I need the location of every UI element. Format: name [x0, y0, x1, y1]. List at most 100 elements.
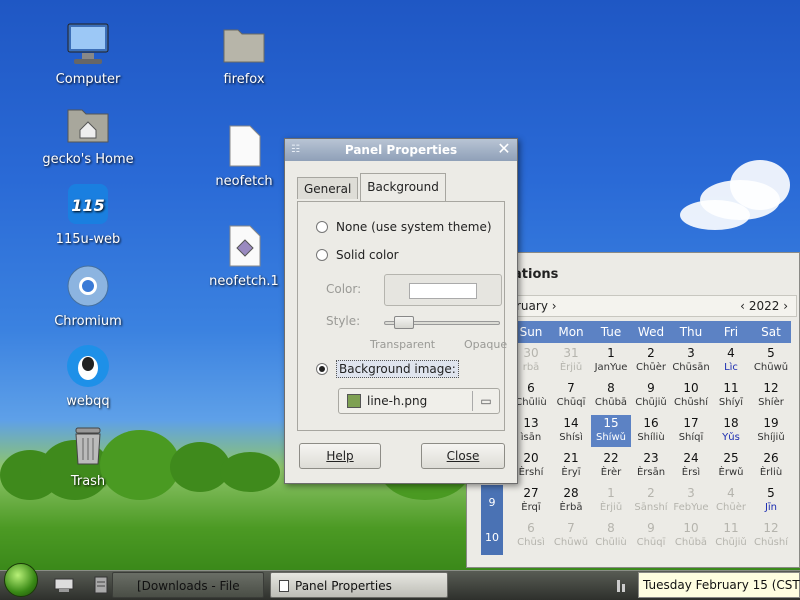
- lunar-day: Èrliù: [759, 467, 783, 478]
- calendar-day[interactable]: 1 Èrjiǔ: [591, 485, 631, 517]
- calendar-day[interactable]: 27 Èrqī: [511, 485, 551, 517]
- none-radio[interactable]: None (use system theme): [316, 220, 492, 234]
- lunar-day: Chūbā: [674, 537, 708, 548]
- lunar-day: Chūwǔ: [553, 537, 589, 548]
- tab-background[interactable]: Background: [360, 173, 446, 201]
- close-button[interactable]: Close: [421, 443, 505, 469]
- calendar-day[interactable]: 2 Chūèr: [631, 345, 671, 377]
- calendar-day[interactable]: 12 Shíèr: [751, 380, 791, 412]
- calendar-day[interactable]: 6 Chūsì: [511, 520, 551, 552]
- calendar-day[interactable]: 16 Shíliù: [631, 415, 671, 447]
- calendar-day[interactable]: 10 Chūshí: [671, 380, 711, 412]
- radio-dot[interactable]: [316, 249, 328, 261]
- background-image-radio[interactable]: Background image:: [316, 360, 459, 378]
- calendar-day[interactable]: 5 Chūwǔ: [751, 345, 791, 377]
- calendar-day[interactable]: 12 Chūshí: [751, 520, 791, 552]
- clock[interactable]: Tuesday February 15 (CST): [638, 572, 800, 598]
- calendar-day[interactable]: 3 FebYue: [671, 485, 711, 517]
- neofetch-file-icon[interactable]: neofetch: [196, 122, 292, 189]
- task-downloads-file-browser[interactable]: [Downloads - File Bro...: [112, 572, 264, 598]
- dialog-titlebar[interactable]: ☷ Panel Properties ✕: [285, 139, 517, 161]
- lunar-day: Chūbā: [594, 397, 628, 408]
- show-desktop-icon[interactable]: [54, 576, 74, 594]
- task-panel-properties[interactable]: Panel Properties: [270, 572, 448, 598]
- day-number: 4: [727, 486, 735, 500]
- app-115u-web-icon[interactable]: 115 115u-web: [40, 180, 136, 247]
- calendar-day[interactable]: 8 Chūliù: [591, 520, 631, 552]
- calendar-day[interactable]: 18 Yǔs: [711, 415, 751, 447]
- window-menu-icon[interactable]: ☷: [291, 144, 300, 155]
- calendar-day[interactable]: 14 Shísì: [551, 415, 591, 447]
- style-label: Style:: [326, 314, 361, 328]
- solid-color-radio-label: Solid color: [336, 248, 399, 262]
- folder-icon[interactable]: ▭: [473, 394, 499, 408]
- calendar-day[interactable]: 5 Jīn: [751, 485, 791, 517]
- webqq-desktop-icon[interactable]: webqq: [40, 342, 136, 409]
- main-menu-button[interactable]: [4, 563, 38, 597]
- day-number: 11: [723, 381, 739, 395]
- icon-label: gecko's Home: [42, 152, 134, 167]
- month-nav[interactable]: ruary ›: [516, 299, 557, 313]
- calendar-day[interactable]: 26 Èrliù: [751, 450, 791, 482]
- chromium-desktop-icon[interactable]: Chromium: [40, 262, 136, 329]
- day-number: 15: [603, 416, 619, 430]
- calendar-day[interactable]: 9 Chūqī: [631, 520, 671, 552]
- calendar-day[interactable]: 22 Èrèr: [591, 450, 631, 482]
- calendar-day[interactable]: 4 Lìc: [711, 345, 751, 377]
- lunar-day: Èrsì: [681, 467, 701, 478]
- lunar-day: Chūsì: [517, 537, 545, 548]
- icon-label: neofetch: [215, 174, 273, 189]
- computer-desktop-icon[interactable]: Computer: [40, 20, 136, 87]
- calendar-day[interactable]: 25 Èrwǔ: [711, 450, 751, 482]
- firefox-folder-icon[interactable]: firefox: [196, 20, 292, 87]
- background-image-radio-label: Background image:: [336, 360, 459, 378]
- calendar-day[interactable]: 24 Èrsì: [671, 450, 711, 482]
- calendar-day[interactable]: 7 Chūwǔ: [551, 520, 591, 552]
- solid-color-radio[interactable]: Solid color: [316, 248, 399, 262]
- radio-dot[interactable]: [316, 221, 328, 233]
- trash-desktop-icon[interactable]: Trash: [40, 422, 136, 489]
- calendar-day[interactable]: 15 Shíwǔ: [591, 415, 631, 447]
- calendar-day[interactable]: 9 Chūjiǔ: [631, 380, 671, 412]
- calendar-day[interactable]: 21 Èryī: [551, 450, 591, 482]
- next-year-icon[interactable]: ›: [783, 299, 788, 313]
- calendar-day[interactable]: 7 Chūqī: [551, 380, 591, 412]
- help-button[interactable]: Help: [299, 443, 381, 469]
- file-manager-launcher-icon[interactable]: [92, 576, 110, 594]
- neofetch-1-file-icon[interactable]: neofetch.1: [196, 222, 292, 289]
- task-label: Panel Properties: [295, 579, 392, 593]
- icon-label: Trash: [70, 474, 106, 489]
- calendar-day[interactable]: 3 Chūsān: [671, 345, 711, 377]
- calendar-day[interactable]: 11 Chūjiǔ: [711, 520, 751, 552]
- calendar-day[interactable]: 28 Èrbā: [551, 485, 591, 517]
- calendar-day[interactable]: 19 Shíjiǔ: [751, 415, 791, 447]
- color-picker-button[interactable]: [384, 274, 502, 306]
- day-number: 23: [643, 451, 659, 465]
- close-icon[interactable]: ✕: [495, 141, 513, 159]
- home-folder-icon[interactable]: gecko's Home: [40, 100, 136, 167]
- calendar-day[interactable]: 23 Èrsān: [631, 450, 671, 482]
- calendar-day[interactable]: 31 Èrjiǔ: [551, 345, 591, 377]
- calendar-day[interactable]: 10 Chūbā: [671, 520, 711, 552]
- lunar-day: Chūjiǔ: [715, 537, 747, 548]
- prev-year-icon[interactable]: ‹: [740, 299, 745, 313]
- calendar-day[interactable]: 4 Chūèr: [711, 485, 751, 517]
- script-file-icon: [220, 222, 268, 270]
- lunar-day: Chūliù: [595, 537, 627, 548]
- calendar-day[interactable]: 1 JanYue: [591, 345, 631, 377]
- calendar-day[interactable]: 17 Shíqī: [671, 415, 711, 447]
- year-nav[interactable]: ‹ 2022 ›: [740, 299, 788, 313]
- calendar-day[interactable]: 2 Sānshí: [631, 485, 671, 517]
- image-file-chooser[interactable]: line-h.png ▭: [338, 388, 500, 414]
- color-swatch: [409, 283, 477, 299]
- tab-general[interactable]: General: [297, 177, 359, 199]
- lunar-day: Chūqī: [556, 397, 586, 408]
- style-slider-handle[interactable]: [394, 316, 414, 329]
- tray-network-icon[interactable]: [614, 576, 632, 594]
- calendar-day[interactable]: 8 Chūbā: [591, 380, 631, 412]
- calendar-day[interactable]: 11 Shíyī: [711, 380, 751, 412]
- next-month-icon[interactable]: ›: [552, 299, 557, 313]
- transparent-label: Transparent: [370, 338, 436, 351]
- day-number: 25: [723, 451, 739, 465]
- radio-dot-selected[interactable]: [316, 363, 328, 375]
